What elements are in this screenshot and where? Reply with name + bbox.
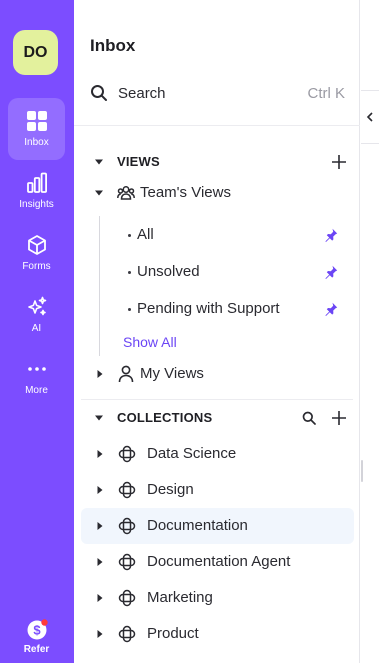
rail-item-more[interactable]: More xyxy=(8,346,65,408)
collection-icon xyxy=(118,589,136,607)
collection-item-marketing[interactable]: Marketing xyxy=(81,583,354,613)
my-views-item[interactable]: My Views xyxy=(81,359,354,389)
collection-item-product[interactable]: Product xyxy=(81,619,354,649)
team-views-label: Team's Views xyxy=(140,184,231,201)
collection-label: Product xyxy=(147,625,199,642)
view-item-pending-with-support[interactable]: Pending with Support xyxy=(81,294,354,324)
add-view-icon[interactable] xyxy=(332,155,346,169)
collection-label: Design xyxy=(147,481,194,498)
divider xyxy=(74,125,360,126)
caret-right-icon xyxy=(97,370,103,378)
caret-down-icon xyxy=(95,190,103,196)
collapse-panel-button[interactable] xyxy=(361,90,379,144)
bullet xyxy=(128,271,131,274)
cube-icon xyxy=(27,235,46,255)
collection-item-design[interactable]: Design xyxy=(81,475,354,505)
collection-item-documentation[interactable]: Documentation xyxy=(81,508,354,544)
collection-icon xyxy=(118,445,136,463)
caret-right-icon xyxy=(97,630,103,638)
collection-icon xyxy=(118,517,136,535)
rail-item-insights[interactable]: Insights xyxy=(8,160,65,222)
rail-item-inbox[interactable]: Inbox xyxy=(8,98,65,160)
resize-handle[interactable] xyxy=(361,460,363,482)
user-icon xyxy=(118,365,134,383)
collection-label: Marketing xyxy=(147,589,213,606)
collection-item-data-science[interactable]: Data Science xyxy=(81,439,354,469)
search-shortcut: Ctrl K xyxy=(307,85,346,102)
collection-icon xyxy=(118,481,136,499)
view-item-unsolved[interactable]: Unsolved xyxy=(81,257,354,287)
caret-down-icon xyxy=(95,159,103,165)
collections-section-header[interactable]: COLLECTIONS xyxy=(81,403,354,433)
show-all-link[interactable]: Show All xyxy=(123,334,177,350)
views-section-label: VIEWS xyxy=(117,154,160,169)
collection-label: Documentation xyxy=(147,517,248,534)
caret-down-icon xyxy=(95,415,103,421)
caret-right-icon xyxy=(97,486,103,494)
left-rail: DO Inbox Insights Forms AI More $ Refer xyxy=(0,0,74,663)
collection-icon xyxy=(118,553,136,571)
view-item-label: Unsolved xyxy=(137,263,200,280)
rail-item-label: AI xyxy=(31,323,42,334)
pin-icon[interactable] xyxy=(324,228,338,242)
page-title: Inbox xyxy=(90,36,136,55)
search-bar[interactable]: Search Ctrl K xyxy=(82,76,352,110)
svg-text:$: $ xyxy=(33,623,41,638)
rail-item-label: More xyxy=(25,385,48,396)
collection-label: Documentation Agent xyxy=(147,553,291,570)
bullet xyxy=(128,234,131,237)
pin-icon[interactable] xyxy=(324,302,338,316)
team-views-item[interactable]: Team's Views xyxy=(81,178,354,208)
search-icon xyxy=(91,85,107,101)
collection-icon xyxy=(118,625,136,643)
app-window: DO Inbox Insights Forms AI More $ Refer … xyxy=(0,0,379,663)
rail-item-label: Forms xyxy=(22,261,51,272)
grid-icon xyxy=(26,111,47,131)
bullet xyxy=(128,308,131,311)
divider xyxy=(81,399,353,400)
add-collection-icon[interactable] xyxy=(332,411,346,425)
view-item-label: Pending with Support xyxy=(137,300,280,317)
caret-right-icon xyxy=(97,558,103,566)
caret-right-icon xyxy=(97,450,103,458)
pin-icon[interactable] xyxy=(324,265,338,279)
rail-item-refer[interactable]: $ Refer xyxy=(8,612,65,662)
rail-item-forms[interactable]: Forms xyxy=(8,222,65,284)
caret-right-icon xyxy=(97,594,103,602)
collection-item-documentation-agent[interactable]: Documentation Agent xyxy=(81,547,354,577)
team-icon xyxy=(117,186,135,200)
view-item-all[interactable]: All xyxy=(81,220,354,250)
view-item-label: All xyxy=(137,226,154,243)
collections-section-label: COLLECTIONS xyxy=(117,410,213,425)
sparkles-icon xyxy=(27,296,46,316)
rail-item-label: Refer xyxy=(23,644,50,655)
user-avatar[interactable]: DO xyxy=(13,30,58,75)
dollar-coin-icon: $ xyxy=(27,619,48,640)
chevron-left-icon xyxy=(366,112,373,122)
views-section-header[interactable]: VIEWS xyxy=(81,147,354,177)
more-dots-icon xyxy=(27,367,46,371)
collection-label: Data Science xyxy=(147,445,237,462)
search-label: Search xyxy=(118,85,166,102)
rail-item-label: Inbox xyxy=(24,137,49,148)
inbox-panel: Inbox Search Ctrl K VIEWS Team's Views A… xyxy=(74,0,360,663)
caret-right-icon xyxy=(97,522,103,530)
rail-item-label: Insights xyxy=(19,199,54,210)
bar-chart-icon xyxy=(26,172,47,193)
rail-item-ai[interactable]: AI xyxy=(8,284,65,346)
search-collections-icon[interactable] xyxy=(302,411,316,425)
my-views-label: My Views xyxy=(140,365,204,382)
